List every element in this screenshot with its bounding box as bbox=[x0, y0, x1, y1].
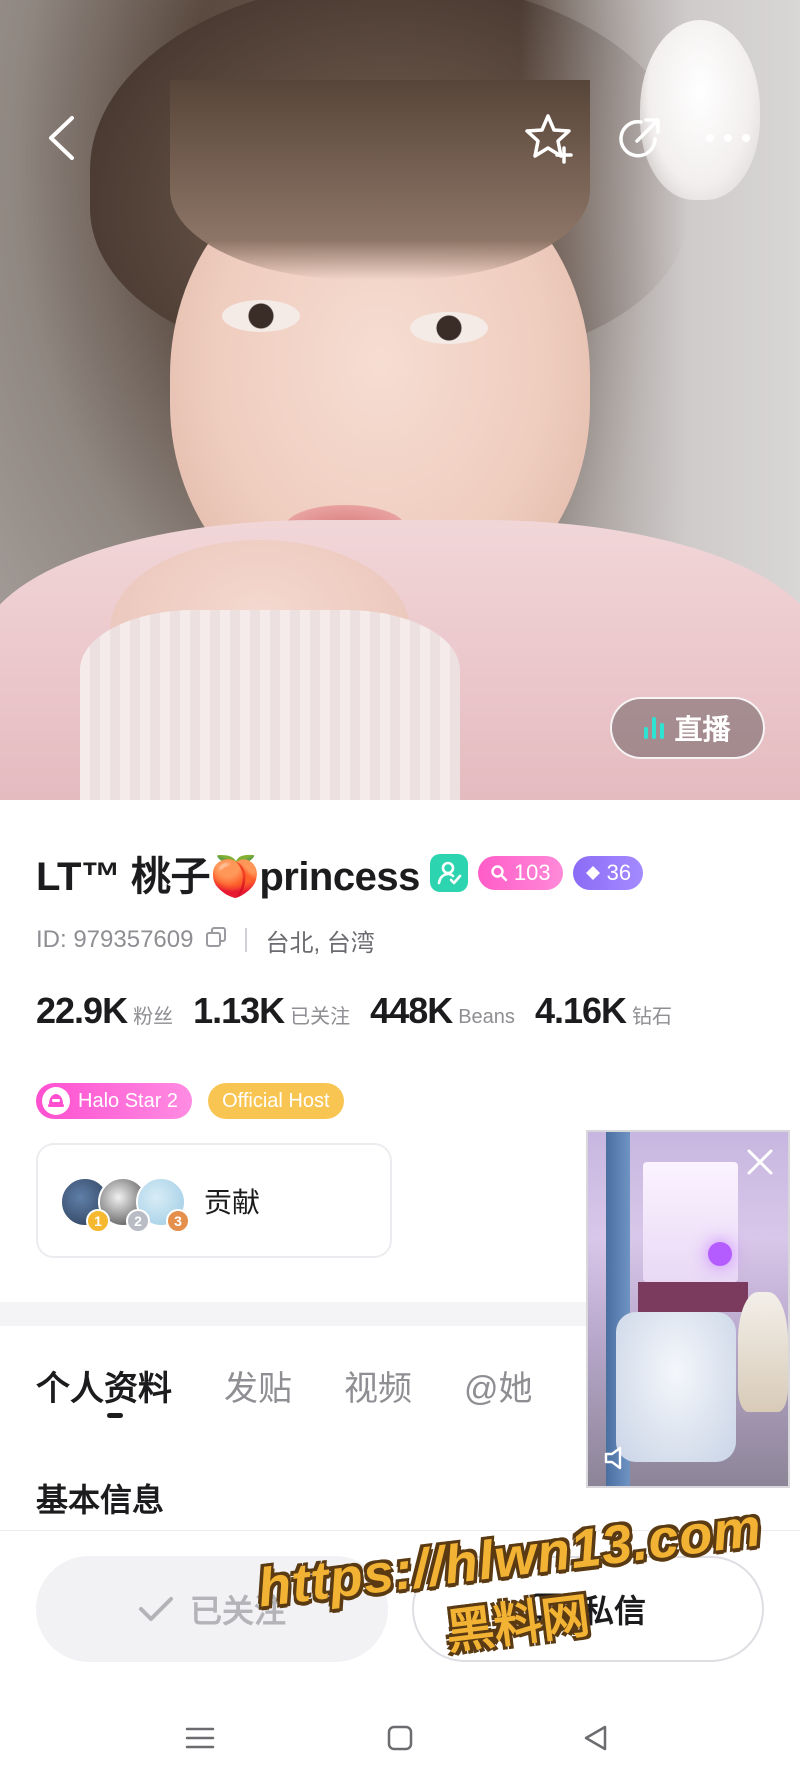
user-check-icon bbox=[437, 861, 462, 885]
stats-row: 22.9K 粉丝 1.13K 已关注 448K Beans 4.16K 钻石 bbox=[36, 990, 686, 1046]
charm-level-badge[interactable]: 36 bbox=[572, 856, 644, 890]
tab-posts[interactable]: 发贴 bbox=[224, 1361, 292, 1410]
following-label: 已关注 bbox=[290, 1006, 351, 1028]
more-button[interactable] bbox=[700, 110, 756, 166]
wealth-level-value: 103 bbox=[513, 860, 551, 885]
official-host-tag[interactable]: Official Host bbox=[208, 1083, 344, 1119]
profile-cover-photo: 直播 bbox=[0, 0, 800, 800]
halo-helmet-icon bbox=[42, 1087, 70, 1115]
star-plus-icon bbox=[525, 114, 573, 164]
basic-info-title: 基本信息 bbox=[36, 1482, 165, 1518]
live-bars-icon bbox=[644, 717, 665, 739]
following-count[interactable]: 1.13K bbox=[193, 990, 285, 1032]
contribution-label: 贡献 bbox=[204, 1186, 261, 1218]
rank-medal: 1 bbox=[86, 1208, 110, 1233]
system-back-button[interactable] bbox=[568, 1710, 624, 1766]
chevron-left-icon bbox=[49, 116, 74, 160]
fans-count[interactable]: 22.9K bbox=[36, 990, 128, 1032]
user-id: ID: 979357609 bbox=[36, 926, 194, 953]
contribution-card[interactable]: 1 2 3 贡献 bbox=[36, 1143, 392, 1258]
beans-count: 448K bbox=[370, 990, 453, 1031]
active-tab-indicator bbox=[107, 1413, 123, 1418]
more-dots-icon bbox=[706, 134, 750, 142]
back-button[interactable] bbox=[36, 110, 86, 166]
favorite-button[interactable] bbox=[522, 110, 578, 166]
copy-icon bbox=[206, 926, 227, 947]
square-icon bbox=[387, 1725, 413, 1751]
official-host-label: Official Host bbox=[222, 1089, 330, 1112]
profile-name: LT™ 桃子🍑princess bbox=[36, 855, 420, 899]
top-contributors: 1 2 3 bbox=[60, 1171, 190, 1233]
tab-mentions[interactable]: @她 bbox=[464, 1361, 533, 1410]
wealth-level-badge[interactable]: 103 bbox=[477, 856, 563, 890]
id-row: ID: 979357609 台北, 台湾 bbox=[36, 920, 375, 960]
share-button[interactable] bbox=[612, 110, 668, 166]
tab-profile[interactable]: 个人资料 bbox=[36, 1361, 172, 1410]
home-button[interactable] bbox=[372, 1710, 428, 1766]
speaker-icon bbox=[604, 1446, 622, 1470]
rank-medal: 3 bbox=[166, 1208, 190, 1233]
tag-row: Halo Star 2 Official Host bbox=[36, 1083, 344, 1121]
charm-level-value: 36 bbox=[606, 860, 632, 885]
live-button[interactable]: 直播 bbox=[610, 697, 765, 759]
check-icon bbox=[138, 1597, 173, 1621]
triangle-back-icon bbox=[584, 1725, 607, 1751]
close-icon bbox=[747, 1149, 773, 1175]
beans-label: Beans bbox=[458, 1006, 515, 1028]
copy-id-button[interactable] bbox=[205, 926, 227, 955]
menu-icon bbox=[185, 1727, 215, 1749]
section-divider bbox=[0, 1302, 586, 1326]
system-navigation-bar bbox=[0, 1690, 800, 1787]
close-floating-window-button[interactable] bbox=[740, 1142, 780, 1182]
halo-star-label: Halo Star 2 bbox=[78, 1089, 179, 1112]
share-icon bbox=[619, 118, 660, 158]
rank-medal: 2 bbox=[126, 1208, 150, 1233]
diamond-icon bbox=[585, 866, 600, 880]
live-button-label: 直播 bbox=[674, 714, 731, 745]
name-row: LT™ 桃子🍑princess 103 36 bbox=[36, 845, 644, 901]
search-level-icon bbox=[491, 865, 508, 882]
verified-badge[interactable] bbox=[429, 854, 468, 892]
location: 台北, 台湾 bbox=[265, 929, 375, 957]
mute-button[interactable] bbox=[598, 1440, 634, 1476]
recent-apps-button[interactable] bbox=[172, 1710, 228, 1766]
fans-label: 粉丝 bbox=[133, 1006, 174, 1028]
diamonds-count: 4.16K bbox=[534, 990, 627, 1031]
halo-star-tag[interactable]: Halo Star 2 bbox=[36, 1083, 193, 1119]
diamonds-label: 钻石 bbox=[632, 1006, 673, 1028]
divider bbox=[245, 928, 248, 952]
profile-tabs: 个人资料 发贴 视频 @她 bbox=[36, 1355, 533, 1415]
floating-live-window[interactable] bbox=[586, 1130, 790, 1488]
tab-videos[interactable]: 视频 bbox=[344, 1361, 412, 1410]
